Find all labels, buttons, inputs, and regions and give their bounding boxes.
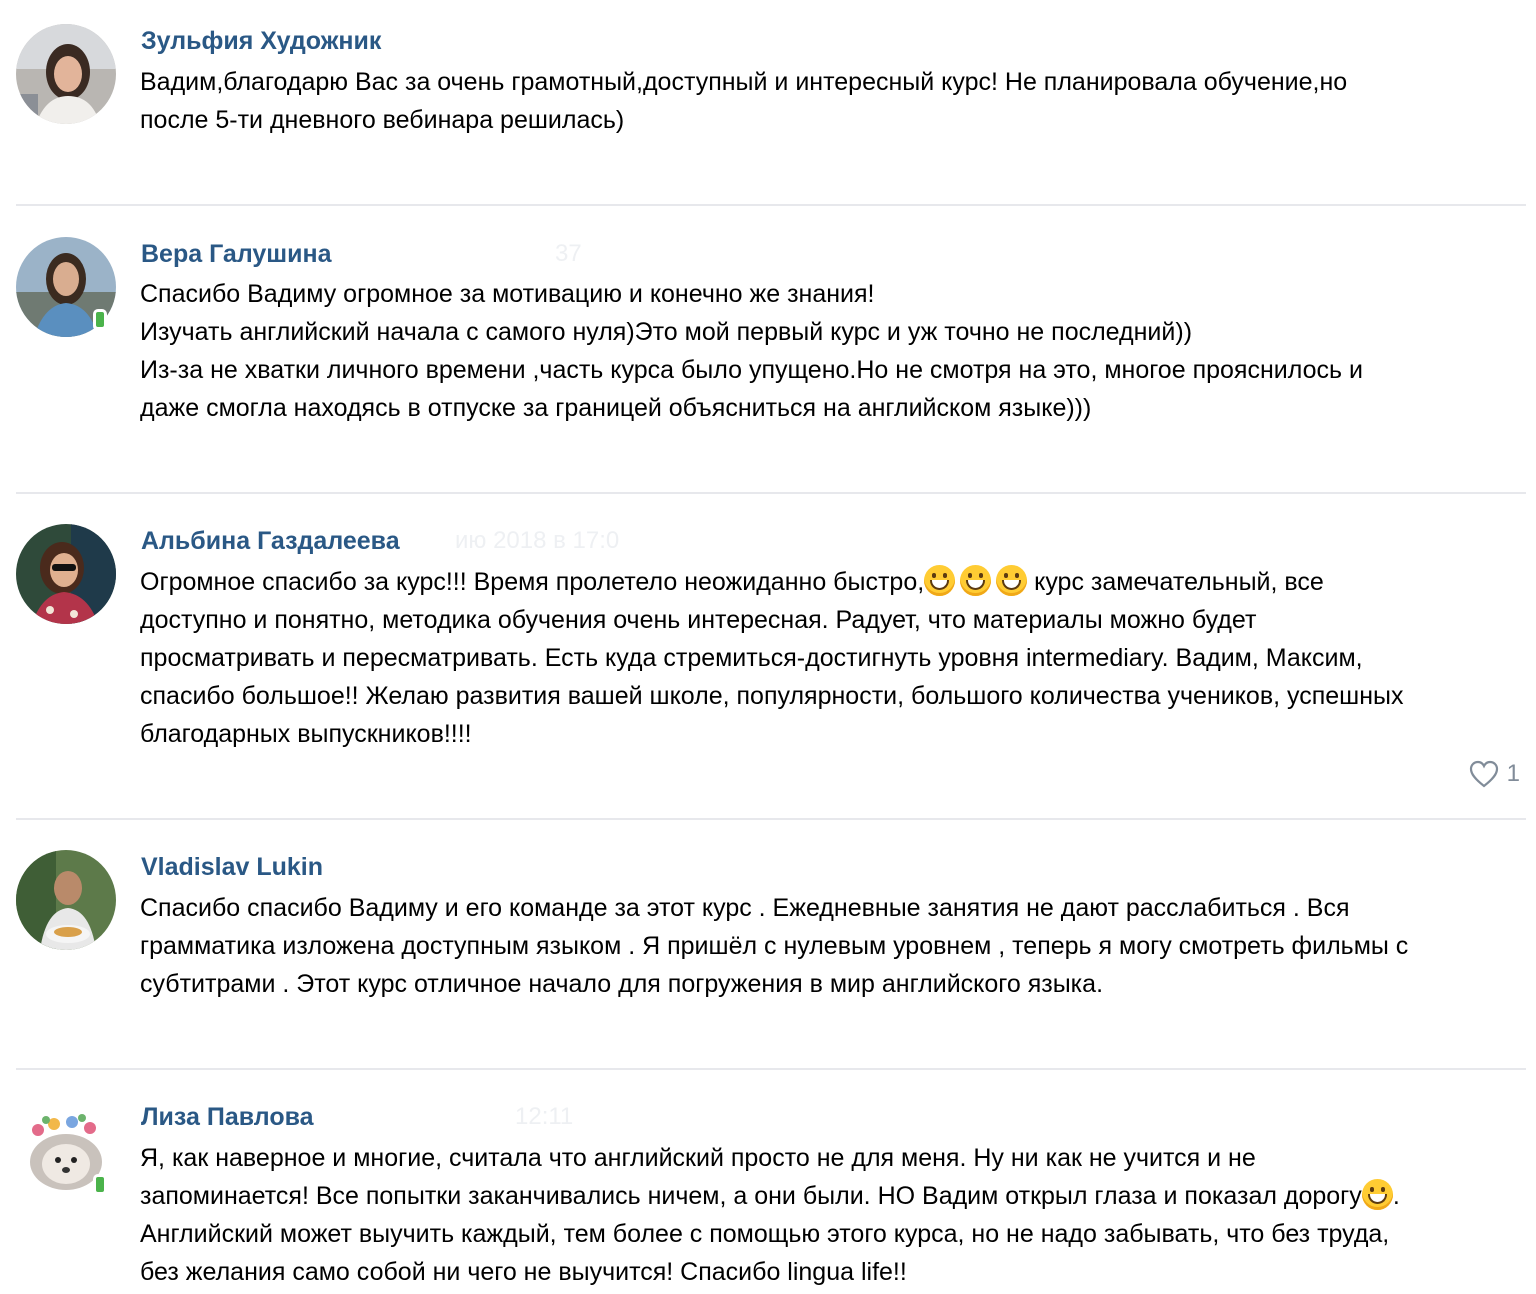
- comments-feed: Зульфия Художник Вадим,благодарю Вас за …: [0, 0, 1536, 1294]
- laughing-face-emoji: [1361, 1179, 1393, 1210]
- divider: [16, 818, 1526, 820]
- heart-icon: [1469, 760, 1498, 788]
- comment-text: Спасибо спасибо Вадиму и его команде за …: [140, 894, 1409, 998]
- grinning-face-emoji: [924, 565, 956, 596]
- divider: [16, 492, 1526, 494]
- comment-author[interactable]: Вера Галушина: [141, 240, 332, 269]
- avatar[interactable]: [16, 524, 116, 624]
- grinning-face-emoji: [960, 565, 992, 596]
- grinning-face-emoji: [996, 565, 1028, 596]
- comment-author[interactable]: Альбина Газдалеева: [141, 527, 400, 556]
- comment-date: 12:11: [515, 1103, 574, 1130]
- comment-date: 37: [555, 240, 582, 267]
- comment-text: Огромное спасибо за курс!!! Время пролет…: [140, 563, 1530, 753]
- comment-text: Вадим,благодарю Вас за очень грамотный,д…: [140, 68, 1348, 134]
- comment-author[interactable]: Лиза Павлова: [141, 1103, 314, 1132]
- comment-text: Я, как наверное и многие, считала что ан…: [140, 1144, 1400, 1286]
- divider: [16, 1068, 1526, 1070]
- divider: [16, 204, 1526, 206]
- like-button[interactable]: 1: [1469, 760, 1520, 788]
- avatar-photo: [16, 24, 116, 124]
- comment-author[interactable]: Зульфия Художник: [141, 27, 381, 56]
- avatar-photo: [16, 524, 116, 624]
- comment-author[interactable]: Vladislav Lukin: [141, 853, 323, 882]
- avatar-photo: [16, 850, 116, 950]
- comment-text: Спасибо Вадиму огромное за мотивацию и к…: [140, 280, 1363, 422]
- like-count: 1: [1506, 760, 1520, 787]
- avatar[interactable]: [16, 24, 116, 124]
- comment-date: ию 2018 в 17:0: [455, 527, 620, 554]
- avatar[interactable]: [16, 850, 116, 950]
- mobile-phone-icon: [93, 1174, 107, 1196]
- mobile-phone-icon: [93, 309, 107, 331]
